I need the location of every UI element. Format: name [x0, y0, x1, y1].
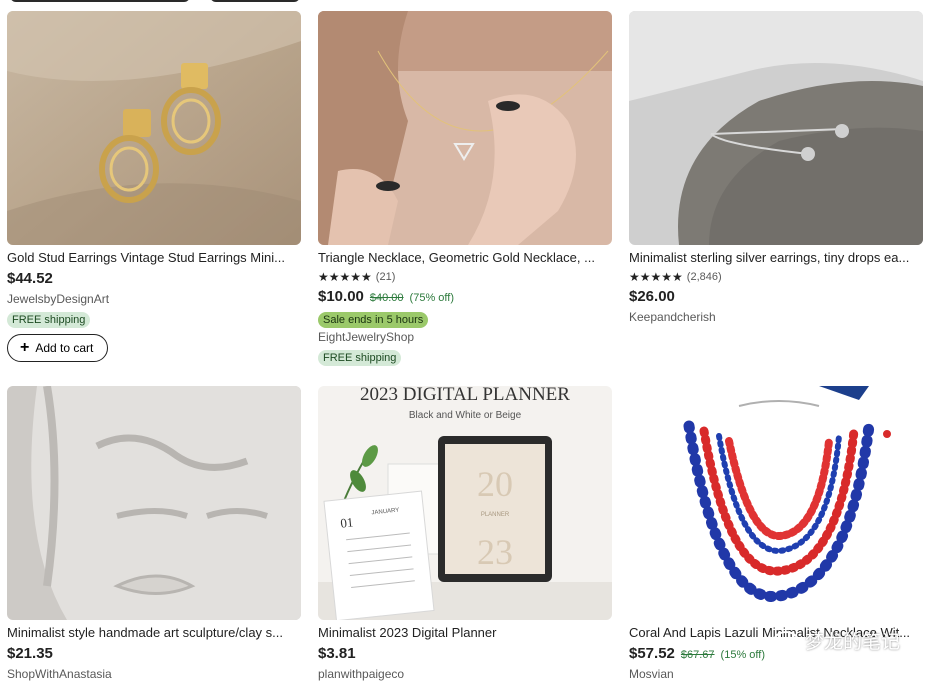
listing-card[interactable]: Gold Stud Earrings Vintage Stud Earrings… [7, 11, 301, 362]
planner-subheading: Black and White or Beige [409, 410, 522, 421]
listing-card[interactable]: Triangle Necklace, Geometric Gold Neckla… [318, 11, 612, 366]
shop-name: EightJewelryShop [318, 330, 415, 344]
discount-label: (15% off) [720, 649, 765, 661]
listing-card[interactable]: 2023 DIGITAL PLANNER Black and White or … [318, 386, 612, 681]
original-price: $67.67 [680, 649, 715, 661]
watermark: 梦龙的笔记 [772, 627, 900, 654]
listing-image[interactable]: 2023 DIGITAL PLANNER Black and White or … [318, 386, 612, 620]
price-row: $3.81 [318, 645, 612, 665]
tablet-label: PLANNER [481, 512, 510, 518]
review-count: (2,846) [686, 271, 722, 283]
listing-price: $10.00 [318, 288, 364, 305]
add-to-cart-button[interactable]: + Add to cart [7, 334, 109, 362]
listing-image[interactable] [7, 386, 301, 620]
price-row: $44.52 [7, 270, 301, 290]
listing-price: $21.35 [7, 645, 53, 662]
listing-price: $26.00 [629, 288, 675, 305]
price-row: $21.35 [7, 645, 301, 665]
review-count: (21) [375, 271, 396, 283]
listing-title[interactable]: Minimalist sterling silver earrings, tin… [629, 250, 923, 266]
listing-price: $57.52 [629, 645, 675, 662]
listing-price: $44.52 [7, 270, 53, 287]
shop-name: Keepandcherish [629, 310, 716, 324]
discount-label: (75% off) [409, 292, 454, 304]
listing-title[interactable]: Triangle Necklace, Geometric Gold Neckla… [318, 250, 612, 266]
free-shipping-badge: FREE shipping [7, 312, 91, 328]
rating-stars-icon: ★★★★★ [629, 270, 683, 284]
original-price: $40.00 [369, 292, 404, 304]
top-toolbar-stub [210, 0, 300, 2]
price-row: $10.00 $40.00 (75% off) [318, 288, 612, 308]
add-to-cart-label: Add to cart [35, 341, 94, 355]
shop-name: ShopWithAnastasia [7, 667, 112, 681]
shop-name: Mosvian [629, 667, 674, 681]
watermark-text: 梦龙的笔记 [804, 632, 900, 653]
plus-icon: + [20, 339, 30, 356]
listing-title[interactable]: Minimalist 2023 Digital Planner [318, 625, 612, 641]
rating-row: ★★★★★ (2,846) [629, 270, 923, 284]
tablet-year-top: 20 [477, 464, 513, 504]
listing-title[interactable]: Minimalist style handmade art sculpture/… [7, 625, 301, 641]
listing-image[interactable] [629, 11, 923, 245]
shop-name: planwithpaigeco [318, 667, 405, 681]
free-shipping-badge: FREE shipping [318, 350, 402, 366]
calendar-number: 01 [340, 514, 354, 530]
shop-name: JewelsbyDesignArt [7, 292, 110, 306]
listing-image[interactable] [7, 11, 301, 245]
rating-row: ★★★★★ (21) [318, 270, 612, 284]
listing-card[interactable]: Minimalist sterling silver earrings, tin… [629, 11, 923, 324]
rating-stars-icon: ★★★★★ [318, 270, 372, 284]
sale-badge: Sale ends in 5 hours [318, 312, 429, 328]
wechat-icon [772, 630, 799, 651]
listing-price: $3.81 [318, 645, 356, 662]
listing-image[interactable] [629, 386, 923, 620]
listing-card[interactable]: Minimalist style handmade art sculpture/… [7, 386, 301, 681]
listing-image[interactable] [318, 11, 612, 245]
listing-title[interactable]: Gold Stud Earrings Vintage Stud Earrings… [7, 250, 301, 266]
top-toolbar-stub [10, 0, 190, 2]
tablet-year-bottom: 23 [477, 532, 513, 572]
planner-heading: 2023 DIGITAL PLANNER [360, 386, 570, 405]
price-row: $26.00 [629, 288, 923, 308]
